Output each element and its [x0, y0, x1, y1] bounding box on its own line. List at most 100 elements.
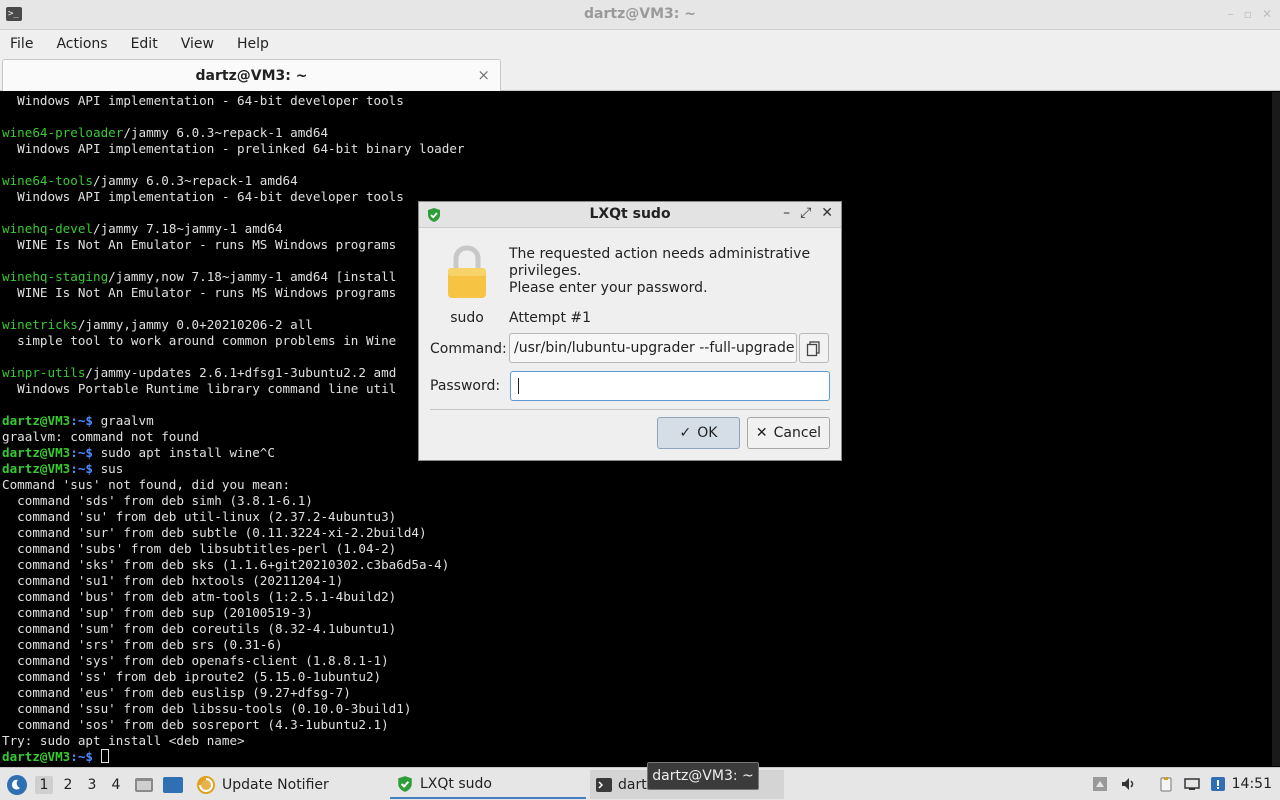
- terminal-line: command 'su1' from deb hxtools (20211204…: [2, 573, 343, 589]
- terminal-tab[interactable]: dartz@VM3: ~ ×: [2, 59, 501, 91]
- menubar: File Actions Edit View Help: [0, 30, 1280, 57]
- terminal-line: Command 'sus' not found, did you mean:: [2, 477, 290, 493]
- output-text: Windows API implementation - prelinked 6…: [2, 141, 465, 156]
- output-text: command 'su1' from deb hxtools (20211204…: [2, 573, 344, 588]
- output-text: command 'sys' from deb openafs-client (1…: [2, 653, 389, 668]
- prompt-path: :~$: [70, 445, 93, 460]
- menu-actions[interactable]: Actions: [56, 36, 118, 52]
- tab-label: dartz@VM3: ~: [195, 68, 308, 84]
- output-text: WINE Is Not An Emulator - runs MS Window…: [2, 285, 397, 300]
- terminal-line: winetricks/jammy,jammy 0.0+20210206-2 al…: [2, 317, 313, 333]
- message-line-1: The requested action needs administrativ…: [509, 246, 811, 262]
- output-text: Windows Portable Runtime library command…: [2, 381, 397, 396]
- dialog-maximize-icon[interactable]: ⤢: [800, 205, 811, 221]
- network-icon[interactable]: [1184, 776, 1200, 792]
- package-name: winetricks: [2, 317, 78, 332]
- terminal-line: Windows API implementation - 64-bit deve…: [2, 189, 404, 205]
- prompt-path: :~$: [70, 413, 93, 428]
- taskbar-tooltip: dartz@VM3: ~: [647, 762, 759, 790]
- start-menu-icon[interactable]: [6, 774, 28, 796]
- output-text: Windows API implementation - 64-bit deve…: [2, 93, 404, 108]
- output-text: command 'srs' from deb srs (0.31-6): [2, 637, 283, 652]
- output-text: /jammy 6.0.3~repack-1 amd64: [123, 125, 329, 140]
- workspace-1[interactable]: 1: [35, 776, 53, 794]
- command-text: sudo apt install wine^C: [93, 445, 275, 460]
- menu-edit[interactable]: Edit: [131, 36, 169, 52]
- terminal-line: Windows Portable Runtime library command…: [2, 381, 396, 397]
- password-label: Password:: [430, 378, 501, 394]
- terminal-line: dartz@VM3:~$ sudo apt install wine^C: [2, 445, 275, 461]
- show-desktop-icon[interactable]: [162, 776, 184, 794]
- output-text: Windows API implementation - 64-bit deve…: [2, 189, 404, 204]
- terminal-line: winpr-utils/jammy-updates 2.6.1+dfsg1-3u…: [2, 365, 396, 381]
- cancel-button[interactable]: ✕ Cancel: [747, 417, 830, 449]
- clock[interactable]: 14:51: [1232, 776, 1272, 792]
- output-text: command 'sks' from deb sks (1.1.6+git202…: [2, 557, 450, 572]
- task-label: dart: [618, 776, 647, 793]
- task-label: LXQt sudo: [420, 775, 492, 792]
- tab-close-icon[interactable]: ×: [477, 66, 490, 84]
- task-label: Update Notifier: [222, 776, 329, 793]
- ok-label: OK: [697, 425, 718, 441]
- output-text: Command 'sus' not found, did you mean:: [2, 477, 291, 492]
- dialog-minimize-icon[interactable]: –: [783, 205, 790, 221]
- terminal-line: wine64-tools/jammy 6.0.3~repack-1 amd64: [2, 173, 298, 189]
- close-icon[interactable]: ✕: [1262, 7, 1272, 21]
- dialog-titlebar: LXQt sudo – ⤢ ✕: [419, 202, 841, 228]
- output-text: simple tool to work around common proble…: [2, 333, 397, 348]
- workspace-3[interactable]: 3: [83, 776, 101, 794]
- prompt-user: dartz@VM3: [2, 413, 71, 428]
- dialog-message: The requested action needs administrativ…: [509, 246, 829, 297]
- output-text: command 'ss' from deb iproute2 (5.15.0-1…: [2, 669, 382, 684]
- tray-arrow-icon[interactable]: [1092, 776, 1108, 792]
- taskbar: 1 2 3 4 Update Notifier LXQt sudo dart 1…: [0, 767, 1280, 800]
- shield-icon: [398, 775, 412, 792]
- command-field[interactable]: /usr/bin/lubuntu-upgrader --full-upgrade: [509, 333, 797, 363]
- attempt-label: Attempt #1: [509, 310, 592, 326]
- workspace-4[interactable]: 4: [107, 776, 125, 794]
- output-text: /jammy 7.18~jammy-1 amd64: [93, 221, 283, 236]
- menu-help[interactable]: Help: [237, 36, 280, 52]
- lock-icon: [448, 245, 486, 298]
- dialog-controls: – ⤢ ✕: [783, 205, 833, 221]
- task-lxqt-sudo[interactable]: LXQt sudo: [390, 770, 586, 799]
- password-input[interactable]: [510, 371, 830, 401]
- terminal-icon: [596, 777, 612, 792]
- update-notifier-icon: [197, 775, 215, 794]
- terminal-line: command 'eus' from deb euslisp (9.27+dfs…: [2, 685, 351, 701]
- notification-icon[interactable]: [1210, 776, 1226, 792]
- output-text: command 'subs' from deb libsubtitles-per…: [2, 541, 397, 556]
- output-text: /jammy,now 7.18~jammy-1 amd64 [install: [108, 269, 397, 284]
- task-update-notifier[interactable]: Update Notifier: [190, 770, 386, 799]
- clipboard-icon[interactable]: [1158, 776, 1174, 792]
- output-text: graalvm: command not found: [2, 429, 200, 444]
- output-text: command 'ssu' from deb libssu-tools (0.1…: [2, 701, 412, 716]
- ok-button[interactable]: ✓ OK: [657, 417, 740, 449]
- sudo-dialog: LXQt sudo – ⤢ ✕ sudo The requested actio…: [418, 201, 842, 461]
- output-text: command 'sos' from deb sosreport (4.3-1u…: [2, 717, 389, 732]
- terminal-line: dartz@VM3:~$ sus: [2, 461, 123, 477]
- prompt-user: dartz@VM3: [2, 461, 71, 476]
- window-title: dartz@VM3: ~: [584, 6, 696, 22]
- package-name: wine64-tools: [2, 173, 93, 188]
- dialog-close-icon[interactable]: ✕: [821, 205, 833, 221]
- volume-icon[interactable]: [1120, 776, 1136, 792]
- terminal-scrollbar[interactable]: [1272, 92, 1280, 766]
- terminal-line: dartz@VM3:~$: [2, 749, 109, 765]
- menu-file[interactable]: File: [10, 36, 44, 52]
- prompt-path: :~$: [70, 461, 93, 476]
- cancel-x-icon: ✕: [755, 425, 768, 441]
- output-text: command 'sup' from deb sup (20100519-3): [2, 605, 313, 620]
- maximize-icon[interactable]: ▫: [1244, 7, 1252, 21]
- output-text: /jammy-updates 2.6.1+dfsg1-3ubuntu2.2 am…: [85, 365, 397, 380]
- menu-view[interactable]: View: [181, 36, 225, 52]
- copy-command-button[interactable]: [799, 333, 829, 363]
- dialog-title: LXQt sudo: [589, 206, 671, 222]
- tabbar: dartz@VM3: ~ ×: [0, 57, 1280, 91]
- output-text: command 'su' from deb util-linux (2.37.2…: [2, 509, 397, 524]
- minimize-icon[interactable]: –: [1228, 7, 1234, 21]
- file-manager-icon[interactable]: [134, 776, 154, 794]
- workspace-2[interactable]: 2: [59, 776, 77, 794]
- terminal-line: command 'bus' from deb atm-tools (1:2.5.…: [2, 589, 396, 605]
- window-titlebar: >_ dartz@VM3: ~ – ▫ ✕: [0, 0, 1280, 30]
